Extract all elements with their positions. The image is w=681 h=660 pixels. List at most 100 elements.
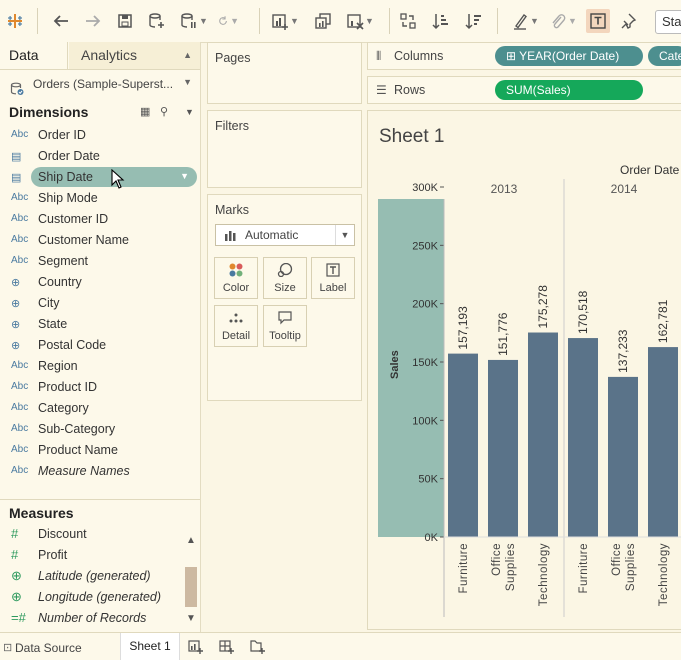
field-name: Order Date	[38, 149, 100, 163]
globe-icon: ⊕	[11, 319, 21, 331]
datasource-tab-icon: ⊡	[3, 642, 13, 654]
field-item[interactable]: =# Number of Records	[0, 608, 200, 629]
category-label: Supplies	[505, 543, 517, 591]
year-header-label: 2013	[491, 182, 518, 196]
category-label: Office	[611, 543, 623, 576]
fit-dropdown[interactable]: Sta	[655, 10, 681, 34]
sort-ascending-icon[interactable]	[430, 9, 452, 33]
field-item[interactable]: ⊕ Country	[0, 272, 200, 293]
save-icon[interactable]	[115, 9, 135, 33]
sort-descending-icon[interactable]	[463, 9, 485, 33]
field-item[interactable]: ⊕ Longitude (generated)	[0, 587, 200, 608]
new-dashboard-tab-icon[interactable]	[219, 640, 235, 657]
string-type-icon: Abc	[11, 381, 29, 392]
duplicate-sheet-icon[interactable]	[312, 9, 334, 33]
label-icon	[312, 263, 354, 277]
new-datasource-icon[interactable]	[146, 9, 168, 33]
tableau-logo-icon[interactable]	[5, 9, 25, 33]
rows-label: Rows	[394, 83, 426, 97]
tooltip-button[interactable]: Tooltip	[263, 305, 307, 347]
refresh-icon[interactable]: ▼	[217, 9, 239, 33]
columns-shelf[interactable]: ⦀ Columns ⊞ YEAR(Order Date) Cate	[367, 42, 681, 70]
bar	[608, 376, 638, 537]
field-item[interactable]: Abc Order ID	[0, 125, 200, 146]
field-item[interactable]: Abc Measure Names	[0, 461, 200, 482]
new-worksheet-icon[interactable]: ▼	[268, 9, 302, 33]
toolbar: ▼ ▼ ▼ ▼ ▼ ▼ Sta	[0, 0, 681, 43]
view-list-icon[interactable]: ▦	[140, 105, 150, 118]
detail-button[interactable]: Detail	[214, 305, 258, 347]
field-name: Profit	[38, 548, 68, 562]
field-item[interactable]: Abc Category	[0, 398, 200, 419]
label-label: Label	[319, 282, 347, 294]
field-item[interactable]: ⊕ City	[0, 293, 200, 314]
search-icon[interactable]: ⚲	[160, 105, 168, 118]
pill-label: Cate	[659, 49, 681, 63]
swap-rows-columns-icon[interactable]	[397, 9, 419, 33]
field-item[interactable]: Abc Customer ID	[0, 209, 200, 230]
new-worksheet-tab-icon[interactable]	[188, 640, 204, 657]
menu-caret-icon[interactable]: ▼	[185, 107, 194, 117]
datasource-tab[interactable]: Data Source	[15, 641, 82, 655]
rows-shelf[interactable]: ☰ Rows SUM(Sales)	[367, 76, 681, 104]
bar-value-label: 170,518	[576, 290, 590, 334]
bar	[648, 347, 678, 537]
show-mark-labels-icon[interactable]	[586, 9, 610, 33]
field-item[interactable]: ▼ ▤ Ship Date	[0, 167, 200, 188]
chevron-down-icon: ▼	[335, 225, 354, 245]
field-item[interactable]: Abc Customer Name	[0, 230, 200, 251]
toolbar-separator	[497, 8, 498, 34]
field-item[interactable]: ⊕ Postal Code	[0, 335, 200, 356]
field-item[interactable]: ⊕ Latitude (generated)	[0, 566, 200, 587]
marks-title: Marks	[215, 203, 250, 217]
field-item[interactable]: Abc Sub-Category	[0, 419, 200, 440]
clear-sheet-icon[interactable]: ▼	[343, 9, 377, 33]
calendar-icon: ▤	[11, 151, 22, 163]
filters-card[interactable]: Filters	[207, 110, 362, 188]
globe-icon: ⊕	[11, 589, 22, 604]
field-name: Order ID	[38, 128, 86, 142]
field-name: Longitude (generated)	[38, 590, 162, 604]
field-name: City	[38, 296, 60, 310]
field-item[interactable]: Abc Product Name	[0, 440, 200, 461]
color-button[interactable]: Color	[214, 257, 258, 299]
string-type-icon: Abc	[11, 360, 29, 371]
tab-analytics[interactable]: Analytics ▲ ▼	[69, 42, 200, 87]
field-name: Customer Name	[38, 233, 129, 247]
rows-icon: ☰	[376, 83, 387, 97]
field-item[interactable]: Abc Region	[0, 356, 200, 377]
y-axis-label: Sales	[389, 350, 401, 379]
pin-icon[interactable]	[617, 9, 639, 33]
field-item[interactable]: # Profit	[0, 545, 200, 566]
pages-title: Pages	[215, 51, 251, 65]
field-item[interactable]: ▤ Order Date	[0, 146, 200, 167]
label-button[interactable]: Label	[311, 257, 355, 299]
mark-type-dropdown[interactable]: Automatic ▼	[215, 224, 355, 246]
field-name: Sub-Category	[38, 422, 116, 436]
category-pill[interactable]: Cate	[648, 46, 681, 66]
tab-data[interactable]: Data	[0, 42, 68, 69]
sum-sales-pill[interactable]: SUM(Sales)	[495, 80, 643, 100]
sheet-tab[interactable]: Sheet 1	[120, 633, 180, 660]
redo-icon[interactable]	[82, 9, 104, 33]
field-name: Ship Mode	[38, 191, 98, 205]
size-button[interactable]: Size	[263, 257, 307, 299]
attach-icon[interactable]: ▼	[545, 9, 581, 33]
pages-card[interactable]: Pages	[207, 42, 362, 104]
field-item[interactable]: Abc Product ID	[0, 377, 200, 398]
year-order-date-pill[interactable]: ⊞ YEAR(Order Date)	[495, 46, 643, 66]
field-name: Discount	[38, 527, 87, 541]
field-item[interactable]: ⊕ State	[0, 314, 200, 335]
field-item[interactable]: # Discount	[0, 524, 200, 545]
chevron-down-icon[interactable]: ▼	[180, 171, 189, 181]
detail-icon	[215, 311, 257, 325]
new-story-tab-icon[interactable]	[250, 640, 266, 657]
undo-icon[interactable]	[50, 9, 72, 33]
field-item[interactable]: Abc Ship Mode	[0, 188, 200, 209]
field-item[interactable]: Abc Segment	[0, 251, 200, 272]
datasource-item[interactable]: Orders (Sample-Superst...	[0, 70, 200, 98]
bar-value-label: 175,278	[536, 285, 550, 329]
highlight-icon[interactable]: ▼	[507, 9, 543, 33]
pause-updates-icon[interactable]: ▼	[177, 9, 211, 33]
marks-card: Marks Automatic ▼ Color Size Label Detai…	[207, 194, 362, 401]
